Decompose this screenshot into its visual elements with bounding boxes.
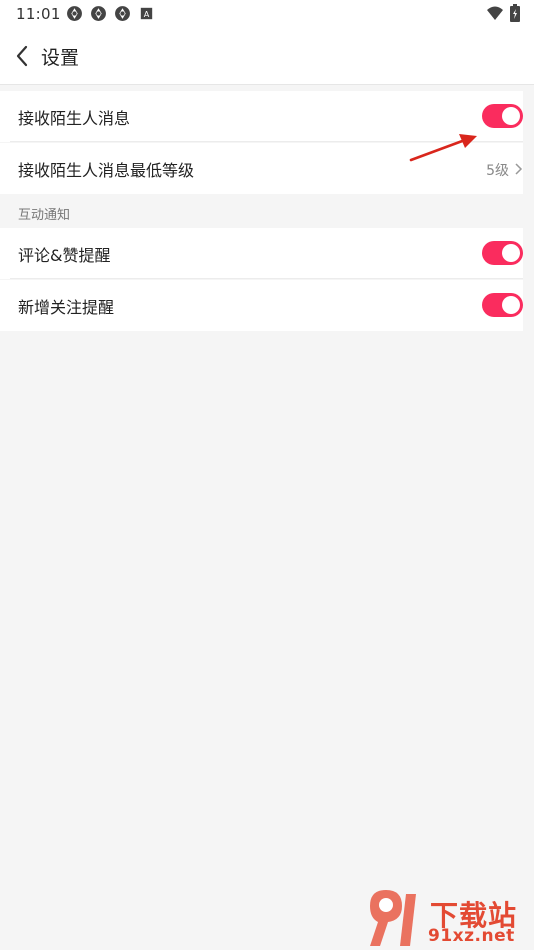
accept-stranger-toggle[interactable] — [482, 104, 523, 128]
setting-label: 接收陌生人消息最低等级 — [18, 161, 195, 180]
status-time: 11:01 — [16, 5, 61, 23]
aperture-icon — [91, 6, 106, 21]
setting-row-comment-like: 评论&赞提醒 — [0, 228, 523, 279]
page-title: 设置 — [41, 47, 80, 69]
status-icons-left: A — [66, 5, 153, 22]
comment-like-toggle[interactable] — [482, 241, 523, 265]
level-value: 5级 — [486, 163, 509, 179]
status-icons-right — [486, 4, 520, 22]
annotation-arrow-icon — [409, 134, 477, 162]
chevron-left-icon — [16, 45, 28, 67]
watermark-logo-icon — [370, 890, 416, 946]
watermark-text-bottom: 91xz.net — [428, 926, 515, 946]
wifi-icon — [487, 6, 503, 20]
toggle-knob — [502, 296, 520, 314]
watermark: 下载站 91xz.net — [360, 886, 534, 950]
setting-label: 评论&赞提醒 — [18, 246, 111, 265]
svg-text:A: A — [144, 9, 150, 19]
new-follow-toggle[interactable] — [482, 293, 523, 317]
setting-label: 新增关注提醒 — [18, 298, 115, 317]
aperture-icon — [67, 6, 82, 21]
toggle-knob — [502, 107, 520, 125]
chevron-right-icon — [515, 163, 523, 175]
app-header: 设置 — [0, 28, 534, 85]
back-button[interactable] — [8, 40, 36, 72]
battery-icon — [510, 4, 520, 22]
status-bar: 11:01 A — [0, 0, 534, 28]
toggle-knob — [502, 244, 520, 262]
section-label-interaction: 互动通知 — [18, 208, 71, 223]
a-badge-icon: A — [140, 7, 153, 20]
aperture-icon — [115, 6, 130, 21]
setting-label: 接收陌生人消息 — [18, 109, 131, 128]
setting-row-new-follow: 新增关注提醒 — [0, 280, 523, 331]
divider — [10, 278, 523, 279]
